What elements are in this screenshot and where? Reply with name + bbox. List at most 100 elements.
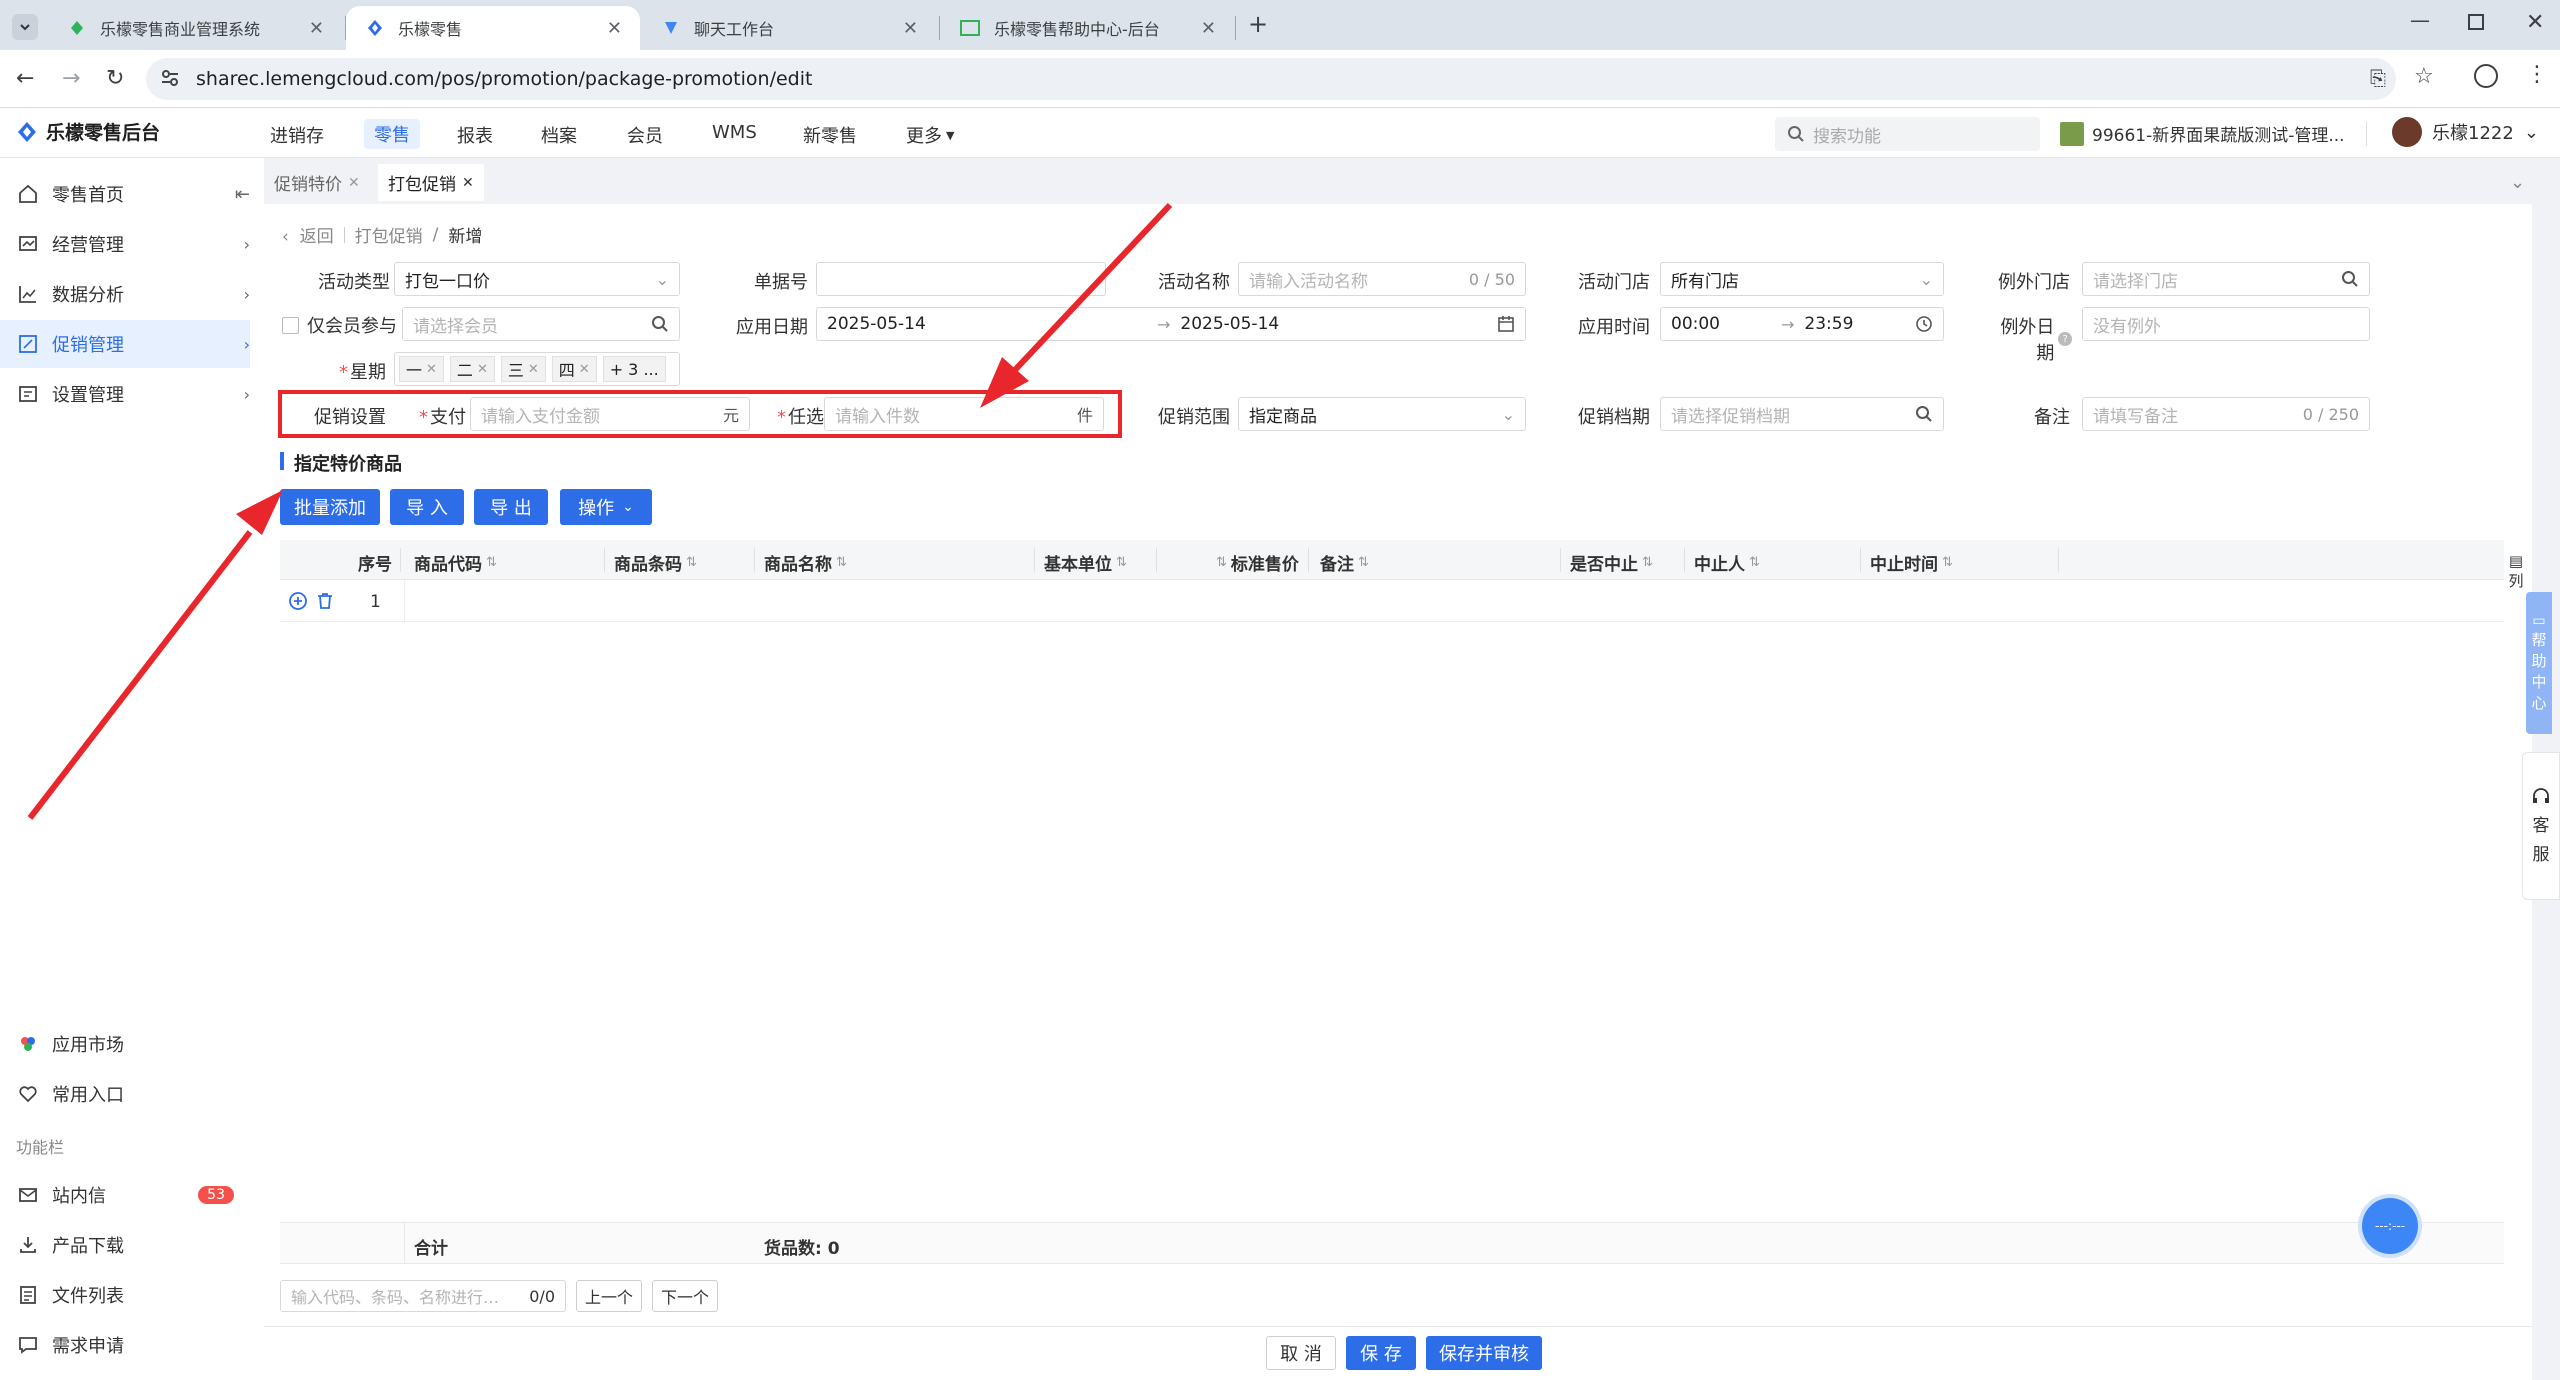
sidebar-item-operations[interactable]: 经营管理 › [0, 220, 250, 268]
sort-icon[interactable]: ⇅ [836, 555, 847, 570]
sidebar-item-settings[interactable]: 设置管理 › [0, 370, 250, 418]
browser-tab-3[interactable]: 聊天工作台 ✕ [642, 6, 936, 50]
nav-retail[interactable]: 零售 [364, 119, 420, 149]
operations-dropdown[interactable]: 操作 ⌄ [560, 489, 652, 525]
sidebar-item-app-market[interactable]: 应用市场 [0, 1020, 250, 1068]
user-menu[interactable]: 乐檬1222 ⌄ [2392, 117, 2539, 147]
close-icon[interactable]: ✕ [309, 18, 324, 39]
batch-add-button[interactable]: 批量添加 [280, 489, 380, 525]
nav-more[interactable]: 更多 ▼ [906, 122, 954, 148]
reload-icon[interactable]: ↻ [106, 66, 124, 91]
column-settings[interactable]: ▤ 列 [2504, 552, 2528, 591]
question-icon[interactable]: ? [2058, 332, 2072, 346]
nav-members[interactable]: 会员 [627, 122, 663, 148]
browser-tab-2[interactable]: 乐檬零售 ✕ [346, 6, 640, 50]
close-icon[interactable]: ✕ [607, 18, 622, 39]
forward-icon[interactable]: → [62, 66, 80, 91]
col-suspended-time[interactable]: 中止时间 ⇅ [1870, 550, 1953, 575]
activity-type-select[interactable]: 打包一口价 ⌄ [394, 262, 680, 296]
close-icon[interactable]: ✕ [903, 18, 918, 39]
col-standard-price[interactable]: ⇅ 标准售价 [1216, 550, 1299, 575]
sidebar-item-requests[interactable]: 需求申请 [0, 1321, 250, 1369]
page-tab-promo-special[interactable]: 促销特价 ✕ [274, 170, 360, 196]
export-button[interactable]: 导 出 [474, 489, 548, 525]
find-input[interactable]: 输入代码、条码、名称进行… 0/0 [280, 1280, 566, 1312]
exclude-store-input[interactable]: 请选择门店 [2082, 262, 2370, 296]
col-base-unit[interactable]: 基本单位 ⇅ [1044, 550, 1127, 575]
cancel-button[interactable]: 取 消 [1266, 1336, 1336, 1370]
sidebar-item-inbox[interactable]: 站内信 53 [0, 1171, 250, 1219]
tab-search-icon[interactable] [12, 14, 38, 40]
sort-icon[interactable]: ⇅ [486, 555, 497, 570]
bookmark-star-icon[interactable]: ☆ [2414, 64, 2434, 89]
site-info-icon[interactable] [160, 68, 180, 88]
pay-amount-input[interactable]: 请输入支付金额 元 [470, 397, 750, 431]
close-icon[interactable]: ✕ [579, 362, 590, 377]
remark-input[interactable]: 请填写备注 0 / 250 [2082, 397, 2370, 431]
prev-match-button[interactable]: 上一个 [576, 1280, 642, 1312]
function-search[interactable]: 搜索功能 [1775, 117, 2040, 151]
url-text[interactable]: sharec.lemengcloud.com/pos/promotion/pac… [196, 68, 812, 90]
add-row-icon[interactable] [288, 591, 308, 611]
restore-icon[interactable] [2468, 14, 2484, 30]
customer-service-tab[interactable]: 客 服 [2522, 752, 2560, 900]
search-icon[interactable] [651, 315, 669, 333]
nav-reports[interactable]: 报表 [457, 122, 493, 148]
help-center-tab[interactable]: ▭ 帮 助 中 心 [2526, 592, 2552, 734]
save-and-audit-button[interactable]: 保存并审核 [1426, 1336, 1542, 1370]
sort-icon[interactable]: ⇅ [1116, 555, 1127, 570]
nav-wms[interactable]: WMS [712, 122, 757, 143]
close-icon[interactable]: ✕ [348, 175, 360, 191]
back-link[interactable]: ‹ 返回 [282, 222, 334, 247]
col-barcode[interactable]: 商品条码 ⇅ [614, 550, 697, 575]
week-tag[interactable]: 一 ✕ [399, 356, 444, 382]
minimize-icon[interactable]: — [2410, 8, 2430, 32]
close-icon[interactable]: ✕ [477, 362, 488, 377]
close-icon[interactable]: ✕ [1201, 18, 1216, 39]
breadcrumb-parent[interactable]: 打包促销 [355, 222, 423, 247]
sidebar-item-data-analysis[interactable]: 数据分析 › [0, 270, 250, 318]
profile-icon[interactable] [2474, 64, 2498, 88]
promo-schedule-input[interactable]: 请选择促销档期 [1660, 397, 1944, 431]
delete-row-icon[interactable] [315, 591, 335, 611]
col-remark[interactable]: 备注 ⇅ [1320, 550, 1369, 575]
close-icon[interactable]: ✕ [528, 362, 539, 377]
nav-new-retail[interactable]: 新零售 [803, 122, 857, 148]
search-icon[interactable] [2341, 270, 2359, 288]
apply-time-range[interactable]: 00:00 → 23:59 [1660, 307, 1944, 341]
promo-scope-select[interactable]: 指定商品 ⌄ [1238, 397, 1526, 431]
sort-icon[interactable]: ⇅ [1642, 555, 1653, 570]
week-tag[interactable]: 四 ✕ [551, 356, 597, 382]
search-icon[interactable] [1915, 405, 1933, 423]
tabs-dropdown-icon[interactable]: ⌄ [2510, 172, 2525, 193]
col-suspended[interactable]: 是否中止 ⇅ [1570, 550, 1653, 575]
apply-date-range[interactable]: 2025-05-14 → 2025-05-14 [816, 307, 1526, 341]
sort-icon[interactable]: ⇅ [686, 555, 697, 570]
col-product-code[interactable]: 商品代码 ⇅ [414, 550, 497, 575]
sort-icon[interactable]: ⇅ [1942, 555, 1953, 570]
choose-count-input[interactable]: 请输入件数 件 [824, 397, 1104, 431]
col-product-name[interactable]: 商品名称 ⇅ [764, 550, 847, 575]
member-only-checkbox[interactable]: 仅会员参与 [282, 312, 397, 338]
browser-tab-4[interactable]: 乐檬零售帮助中心-后台 ✕ [940, 6, 1234, 50]
sort-icon[interactable]: ⇅ [1216, 555, 1227, 570]
new-tab-icon[interactable]: + [1248, 10, 1268, 38]
sidebar-item-favorites[interactable]: 常用入口 [0, 1070, 250, 1118]
checkbox-box[interactable] [282, 316, 299, 334]
collapse-sidebar-icon[interactable]: ⇤ [235, 184, 250, 205]
col-suspended-by[interactable]: 中止人 ⇅ [1694, 550, 1760, 575]
import-button[interactable]: 导 入 [390, 489, 464, 525]
brand[interactable]: 乐檬零售后台 [16, 118, 160, 145]
save-button[interactable]: 保 存 [1346, 1336, 1416, 1370]
sort-icon[interactable]: ⇅ [1358, 555, 1369, 570]
back-icon[interactable]: ← [16, 66, 34, 91]
close-window-icon[interactable]: ✕ [2526, 10, 2544, 35]
page-tab-package-promo[interactable]: 打包促销 ✕ [378, 164, 484, 201]
member-select-input[interactable]: 请选择会员 [402, 307, 680, 341]
browser-tab-1[interactable]: 乐檬零售商业管理系统 ✕ [48, 6, 342, 50]
next-match-button[interactable]: 下一个 [652, 1280, 718, 1312]
sidebar-item-promotion[interactable]: 促销管理 › [0, 320, 250, 368]
close-icon[interactable]: ✕ [462, 175, 474, 191]
exclude-date-input[interactable]: 没有例外 [2082, 307, 2370, 341]
sidebar-item-retail-home[interactable]: 零售首页 ⇤ [0, 170, 250, 218]
